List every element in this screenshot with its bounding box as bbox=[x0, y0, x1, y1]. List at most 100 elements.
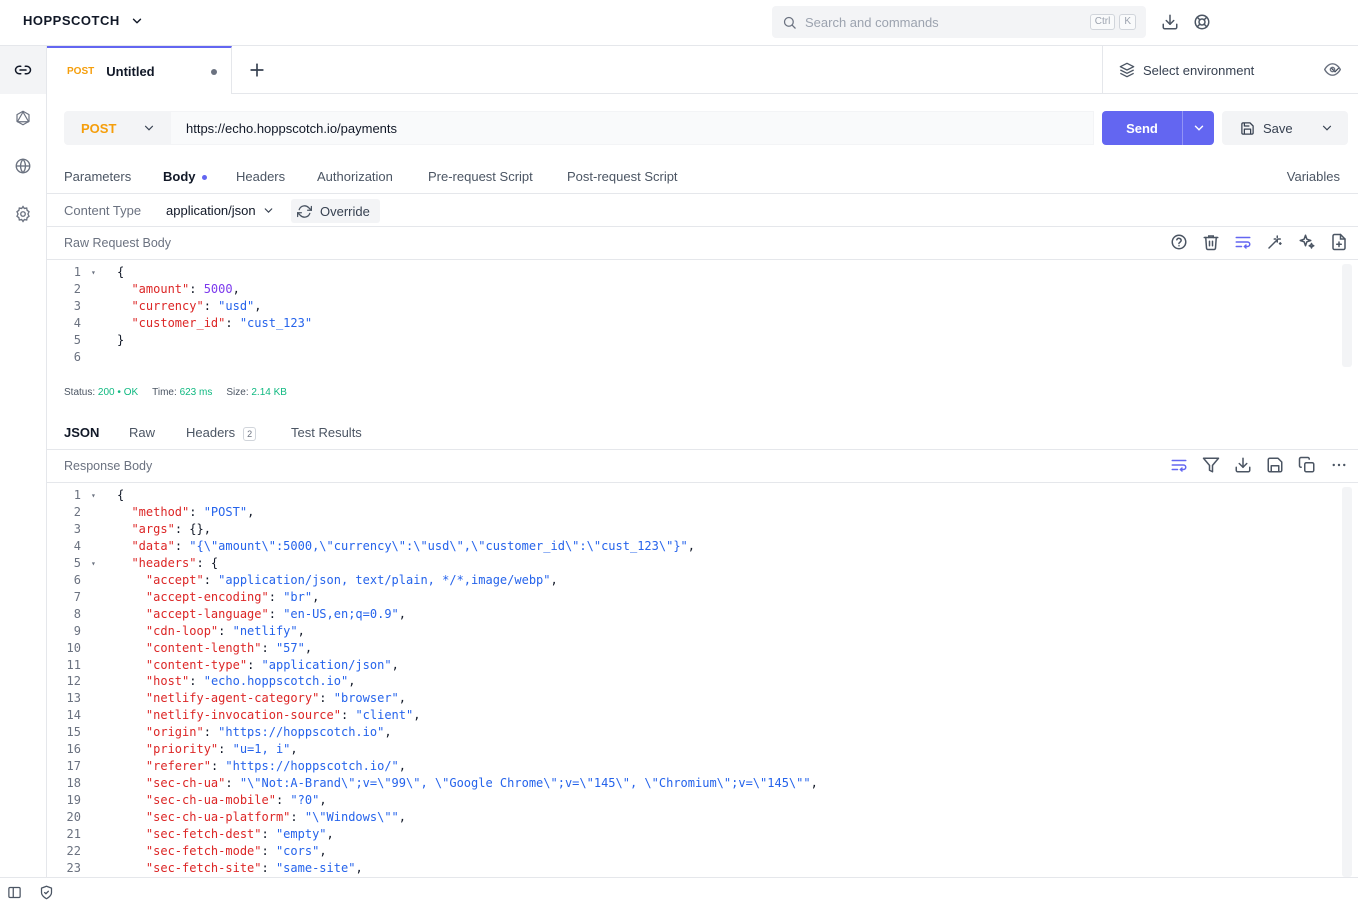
wrap-lines-icon[interactable] bbox=[1170, 456, 1188, 474]
tab-parameters[interactable]: Parameters bbox=[64, 169, 131, 184]
eye-icon[interactable] bbox=[1324, 61, 1341, 78]
viewer-scrollbar[interactable] bbox=[1342, 487, 1352, 877]
sidebar-item-rest[interactable] bbox=[0, 46, 46, 94]
code-line: 22 "sec-fetch-mode": "cors", bbox=[47, 843, 1337, 860]
url-value: https://echo.hoppscotch.io/payments bbox=[186, 120, 398, 136]
code-line: 7 "accept-encoding": "br", bbox=[47, 589, 1337, 606]
json-key: "amount" bbox=[131, 281, 190, 296]
workspace-selector[interactable]: HOPPSCOTCH bbox=[23, 13, 144, 28]
wrap-lines-icon[interactable] bbox=[1234, 233, 1252, 251]
shield-check-icon[interactable] bbox=[39, 885, 54, 900]
json-punct: : bbox=[218, 623, 233, 638]
more-icon[interactable] bbox=[1330, 456, 1348, 474]
fold-toggle-icon[interactable]: ▾ bbox=[91, 555, 96, 572]
code-text: { bbox=[117, 487, 124, 504]
file-plus-icon[interactable] bbox=[1330, 233, 1348, 251]
json-string: "u=1, i" bbox=[232, 742, 291, 757]
chevron-down-icon[interactable] bbox=[1320, 121, 1334, 135]
code-line: 1 ▾ { bbox=[47, 487, 1337, 504]
json-punct bbox=[117, 742, 146, 756]
json-punct: : bbox=[261, 640, 276, 655]
send-button[interactable]: Send bbox=[1102, 111, 1214, 145]
status-code: 200 bbox=[97, 387, 115, 398]
sidebar-item-settings[interactable] bbox=[0, 190, 46, 238]
help-icon[interactable] bbox=[1170, 233, 1188, 251]
json-key: "args" bbox=[131, 521, 175, 536]
line-number: 21 bbox=[66, 827, 81, 841]
search-bar[interactable]: Search and commands Ctrl K bbox=[772, 6, 1146, 38]
json-string: "client" bbox=[355, 708, 414, 723]
line-number: 15 bbox=[66, 725, 81, 740]
response-body-viewer[interactable]: 1 ▾{2 "method": "POST", 3 "args": {}, 4 "da… bbox=[47, 487, 1358, 877]
url-input[interactable]: https://echo.hoppscotch.io/payments bbox=[170, 111, 1094, 145]
json-punct bbox=[117, 522, 131, 536]
filter-icon[interactable] bbox=[1202, 456, 1220, 474]
line-number: 17 bbox=[66, 759, 81, 774]
headers-count-badge: 2 bbox=[243, 426, 257, 441]
method-select[interactable]: POST bbox=[64, 111, 170, 145]
json-key: "netlify-invocation-source" bbox=[145, 708, 341, 723]
save-button[interactable]: Save bbox=[1222, 111, 1348, 145]
editor-scrollbar[interactable] bbox=[1342, 264, 1352, 367]
json-key: "headers" bbox=[131, 555, 197, 570]
code-text: "args": {}, bbox=[117, 521, 210, 538]
tab-body[interactable]: Body bbox=[163, 169, 207, 184]
tab-post-request-script[interactable]: Post-request Script bbox=[567, 169, 678, 184]
line-number: 3 bbox=[73, 521, 81, 536]
line-number: 2 bbox=[73, 281, 81, 296]
tab-authorization[interactable]: Authorization bbox=[317, 169, 393, 184]
sparkles-icon[interactable] bbox=[1298, 233, 1316, 251]
json-punct: : bbox=[203, 725, 219, 740]
search-placeholder: Search and commands bbox=[805, 14, 939, 30]
tab-response-headers[interactable]: Headers 2 bbox=[186, 425, 257, 441]
tab-pre-request-script[interactable]: Pre-request Script bbox=[428, 169, 533, 184]
environment-selector[interactable]: Select environment bbox=[1102, 46, 1358, 94]
left-sidebar bbox=[0, 46, 47, 877]
code-text: "sec-fetch-mode": "cors", bbox=[117, 843, 327, 860]
code-line: 2 "method": "POST", bbox=[47, 504, 1337, 521]
magic-wand-icon[interactable] bbox=[1266, 233, 1284, 251]
content-type-select[interactable]: application/json bbox=[166, 203, 275, 218]
request-tab[interactable]: POST Untitled bbox=[47, 46, 232, 94]
json-string: "\"Not:A-Brand\";v=\"99\", \"Google Chro… bbox=[239, 776, 811, 791]
download-icon[interactable] bbox=[1234, 456, 1252, 474]
json-punct: : bbox=[247, 657, 262, 672]
fold-toggle-icon[interactable]: ▾ bbox=[91, 487, 96, 504]
plus-icon[interactable] bbox=[247, 60, 267, 80]
tab-variables[interactable]: Variables bbox=[1287, 169, 1340, 184]
code-text: "accept-encoding": "br", bbox=[117, 589, 319, 606]
download-icon[interactable] bbox=[1161, 13, 1179, 31]
code-line: 5 ▾ "headers": { bbox=[47, 555, 1337, 572]
json-key: "host" bbox=[145, 674, 190, 689]
tab-json[interactable]: JSON bbox=[64, 425, 99, 440]
fold-toggle-icon[interactable]: ▾ bbox=[91, 264, 96, 281]
request-body-editor[interactable]: 1 ▾{2 "amount": 5000, 3 "currency": "usd",… bbox=[47, 264, 1358, 367]
json-punct: , bbox=[247, 504, 255, 519]
environment-label: Select environment bbox=[1143, 62, 1255, 78]
line-number: 22 bbox=[66, 843, 81, 858]
sidebar-item-realtime[interactable] bbox=[0, 142, 46, 190]
json-punct bbox=[117, 759, 146, 773]
tab-raw[interactable]: Raw bbox=[129, 425, 155, 440]
sidebar-toggle-icon[interactable] bbox=[7, 885, 22, 900]
json-punct: { bbox=[117, 265, 125, 279]
support-icon[interactable] bbox=[1193, 13, 1211, 31]
save-icon[interactable] bbox=[1266, 456, 1284, 474]
content-type-label: Content Type bbox=[64, 203, 142, 218]
json-punct: , bbox=[319, 843, 327, 858]
trash-icon[interactable] bbox=[1202, 233, 1220, 251]
json-punct: , bbox=[312, 589, 320, 604]
override-button[interactable]: Override bbox=[291, 199, 380, 223]
unsaved-dot[interactable] bbox=[211, 69, 217, 75]
json-punct: : bbox=[189, 674, 204, 689]
copy-icon[interactable] bbox=[1298, 456, 1316, 474]
line-number: 6 bbox=[73, 572, 81, 587]
code-text: "origin": "https://hoppscotch.io", bbox=[117, 724, 392, 741]
json-punct: : bbox=[268, 606, 284, 621]
send-options-button[interactable] bbox=[1183, 121, 1214, 135]
json-punct: , bbox=[384, 725, 392, 740]
code-line: 1 ▾ { bbox=[47, 264, 1337, 281]
tab-test-results[interactable]: Test Results bbox=[291, 425, 362, 440]
tab-headers[interactable]: Headers bbox=[236, 169, 285, 184]
sidebar-item-graphql[interactable] bbox=[0, 94, 46, 142]
